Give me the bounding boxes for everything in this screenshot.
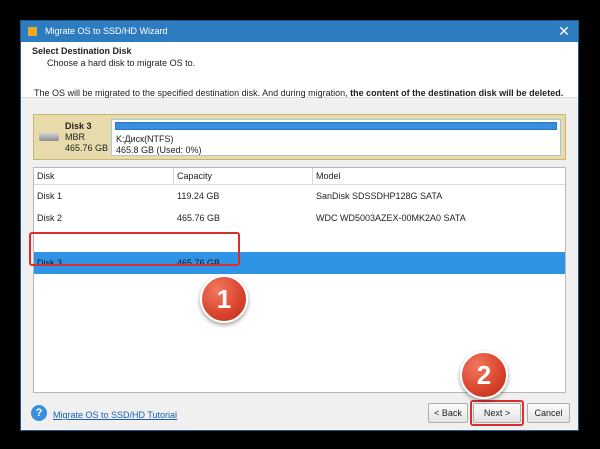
page-subtitle: Choose a hard disk to migrate OS to. <box>47 58 196 68</box>
next-button-highlight <box>470 400 524 426</box>
disk-type: MBR <box>65 132 85 142</box>
cell-capacity: 119.24 GB <box>177 191 220 201</box>
partition-label: K:Диск(NTFS) <box>116 134 174 144</box>
cell-disk: Disk 2 <box>37 213 63 223</box>
cell-model: WDC WD5003AZEX-00MK2A0 SATA <box>316 213 466 223</box>
window-title: Migrate OS to SSD/HD Wizard <box>45 26 168 36</box>
column-header-model[interactable]: Model <box>313 168 565 184</box>
close-button[interactable]: ✕ <box>556 23 572 39</box>
page-title: Select Destination Disk <box>32 46 132 56</box>
table-header: Disk Capacity Model <box>34 168 565 185</box>
cell-capacity: 465.76 GB <box>177 213 221 223</box>
warning-text: The OS will be migrated to the specified… <box>34 88 351 98</box>
cancel-button[interactable]: Cancel <box>527 403 570 423</box>
table-row[interactable]: Disk 1 119.24 GB SanDisk SDSSDHP128G SAT… <box>34 185 565 207</box>
column-header-disk[interactable]: Disk <box>34 168 174 184</box>
cell-disk: Disk 1 <box>37 191 63 201</box>
cell-model: SanDisk SDSSDHP128G SATA <box>316 191 443 201</box>
title-bar: Migrate OS to SSD/HD Wizard ✕ <box>21 21 578 42</box>
partition-block[interactable]: K:Диск(NTFS) 465.8 GB (Used: 0%) <box>111 119 561 156</box>
step-1-marker: 1 <box>200 275 248 323</box>
partition-usage: 465.8 GB (Used: 0%) <box>116 145 202 155</box>
table-row[interactable]: Disk 2 465.76 GB WDC WD5003AZEX-00MK2A0 … <box>34 207 565 229</box>
wizard-window: Migrate OS to SSD/HD Wizard ✕ Select Des… <box>20 20 579 431</box>
back-button[interactable]: < Back <box>428 403 468 423</box>
selected-disk-map[interactable]: Disk 3 MBR 465.76 GB K:Диск(NTFS) 465.8 … <box>33 114 566 160</box>
disk-size: 465.76 GB <box>65 143 109 153</box>
help-icon[interactable]: ? <box>31 405 47 421</box>
disk-name: Disk 3 <box>65 121 92 131</box>
selection-highlight <box>29 232 240 266</box>
step-2-marker: 2 <box>460 351 508 399</box>
hard-disk-icon <box>39 133 59 141</box>
column-header-capacity[interactable]: Capacity <box>174 168 313 184</box>
tutorial-link[interactable]: Migrate OS to SSD/HD Tutorial <box>53 410 177 420</box>
app-icon <box>26 25 39 38</box>
migration-warning: The OS will be migrated to the specified… <box>34 88 564 99</box>
partition-usage-bar <box>115 122 557 130</box>
warning-bold-text: the content of the destination disk will… <box>350 88 564 98</box>
